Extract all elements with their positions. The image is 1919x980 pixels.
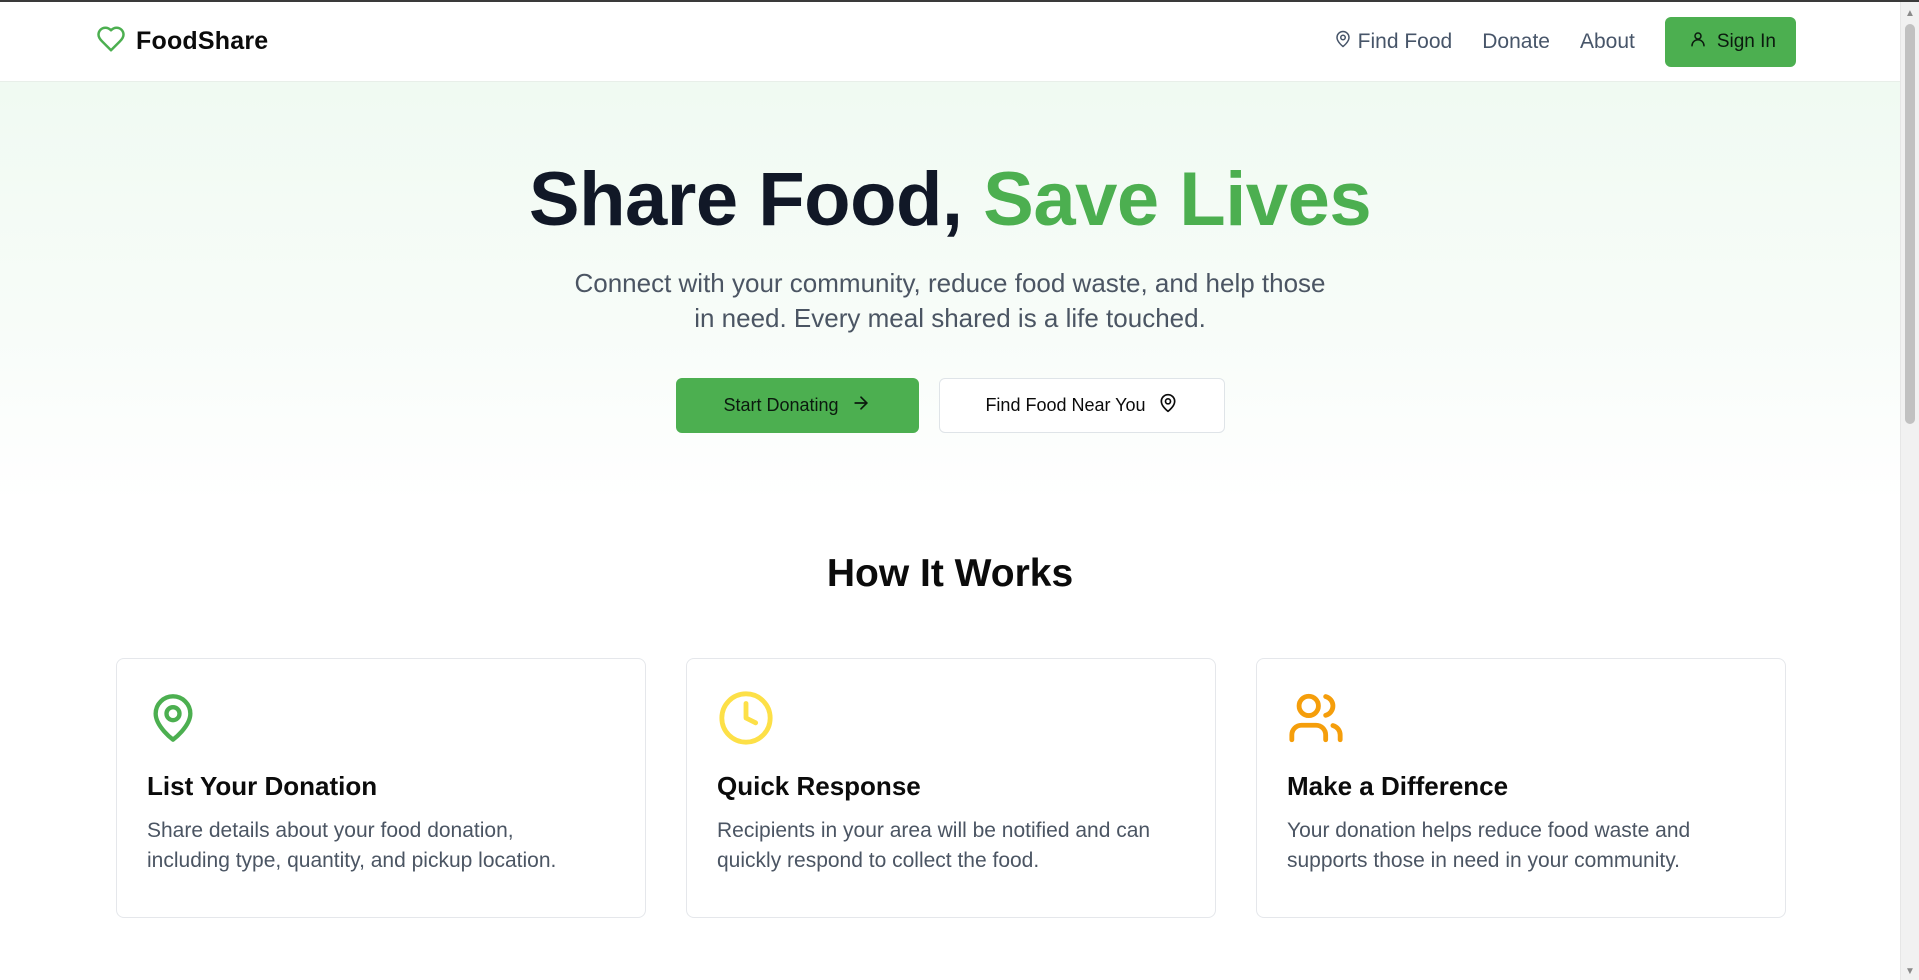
nav-find-food-link[interactable]: Find Food [1334,29,1453,55]
find-food-near-you-label: Find Food Near You [985,394,1146,415]
hero-subtitle: Connect with your community, reduce food… [530,266,1370,336]
hero-title: Share Food, Save Lives [0,160,1900,240]
browser-viewport: FoodShare Find Food Donate About Sign In… [0,0,1919,980]
feature-card-quick-response: Quick Response Recipients in your area w… [686,658,1216,918]
scroll-up-arrow-icon[interactable]: ▲ [1901,4,1919,22]
hero-section: Share Food, Save Lives Connect with your… [0,82,1900,502]
brand-logo-link[interactable]: FoodShare [96,24,268,59]
feature-card-text: Recipients in your area will be notified… [717,816,1185,876]
main-nav: Find Food Donate About Sign In [1334,16,1796,67]
feature-card-text: Your donation helps reduce food waste an… [1287,816,1755,876]
sign-in-label: Sign In [1716,30,1776,52]
feature-card-make-difference: Make a Difference Your donation helps re… [1256,658,1786,918]
hero-title-accent: Save Lives [983,157,1372,242]
hero-subtitle-line-1: Connect with your community, reduce food… [574,267,1326,298]
feature-card-text-line-1: Share details about your food donation, [147,819,514,842]
scroll-down-arrow-icon[interactable]: ▼ [1901,962,1919,980]
brand-name: FoodShare [136,27,269,55]
feature-card-text-line-1: Your donation helps reduce food waste an… [1287,819,1691,842]
page: FoodShare Find Food Donate About Sign In… [0,2,1900,980]
feature-cards: List Your Donation Share details about y… [116,658,1900,918]
hero-subtitle-line-2: in need. Every meal shared is a life tou… [694,302,1206,333]
hero-actions: Start Donating Find Food Near You [0,377,1900,433]
start-donating-button[interactable]: Start Donating [675,377,919,433]
feature-card-title: Make a Difference [1287,771,1509,801]
nav-about-link[interactable]: About [1580,30,1635,54]
nav-donate-link[interactable]: Donate [1482,30,1550,54]
sign-in-button[interactable]: Sign In [1664,16,1796,67]
how-it-works-title: How It Works [826,552,1074,595]
arrow-right-icon [851,393,871,418]
feature-card-list-donation: List Your Donation Share details about y… [116,658,646,918]
map-pin-icon [1158,392,1178,419]
feature-card-text-line-2: supports those in need in your community… [1287,849,1680,872]
user-icon [1689,30,1707,54]
nav-find-food-label: Find Food [1357,29,1453,53]
map-pin-icon [147,689,615,747]
clock-icon [717,689,1185,747]
heart-icon [96,24,126,59]
vertical-scrollbar[interactable]: ▲ ▼ [1900,2,1919,980]
feature-card-title: Quick Response [717,771,921,801]
find-food-near-you-button[interactable]: Find Food Near You [938,377,1225,433]
feature-card-title: List Your Donation [147,771,378,801]
feature-card-text-line-2: including type, quantity, and pickup loc… [147,849,557,872]
map-pin-icon [1334,29,1352,55]
how-it-works-section: How It Works List Your Donation Share de… [0,502,1900,918]
scrollbar-thumb[interactable] [1905,24,1915,424]
site-header: FoodShare Find Food Donate About Sign In [0,2,1900,82]
hero-title-main: Share Food, [528,157,963,242]
start-donating-label: Start Donating [723,394,839,415]
feature-card-text-line-1: Recipients in your area will be notified… [717,819,1151,842]
users-icon [1287,689,1755,747]
feature-card-text-line-2: quickly respond to collect the food. [717,849,1040,872]
feature-card-text: Share details about your food donation, … [147,816,615,876]
